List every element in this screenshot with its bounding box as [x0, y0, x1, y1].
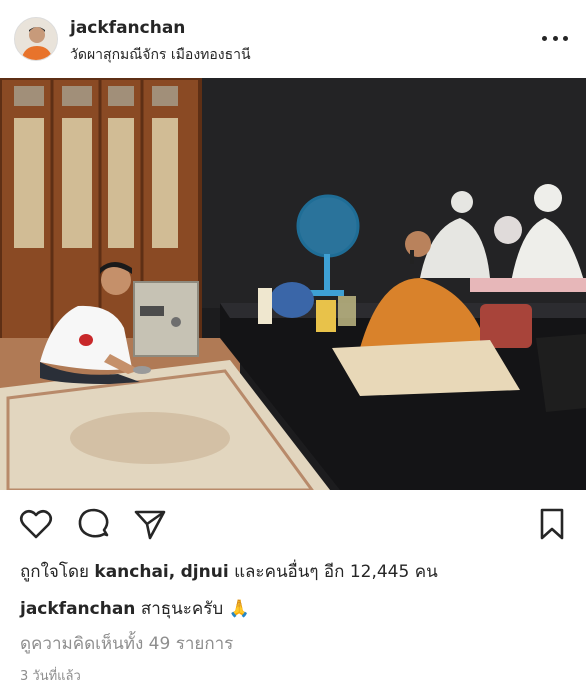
post-timestamp: 3 วันที่แล้ว	[20, 669, 81, 684]
liker-2[interactable]: djnui	[181, 562, 229, 582]
post-photo[interactable]	[0, 78, 586, 490]
more-options-icon[interactable]	[542, 26, 568, 50]
caption-text: สาธุนะครับ 🙏	[140, 599, 250, 619]
send-icon[interactable]	[132, 506, 168, 542]
post-location[interactable]: วัดผาสุกมณีจักร เมืองทองธานี	[70, 44, 251, 66]
instagram-post: jackfanchan วัดผาสุกมณีจักร เมืองทองธานี	[0, 0, 586, 696]
post-username[interactable]: jackfanchan	[70, 18, 185, 38]
comment-icon[interactable]	[76, 506, 112, 542]
view-comments-link[interactable]: ดูความคิดเห็นทั้ง 49 รายการ	[20, 630, 233, 657]
avatar[interactable]	[14, 17, 58, 61]
caption: jackfanchan สาธุนะครับ 🙏	[20, 595, 250, 622]
heart-icon[interactable]	[18, 506, 54, 542]
caption-username[interactable]: jackfanchan	[20, 599, 135, 619]
action-bar	[0, 500, 586, 546]
liker-1[interactable]: kanchai,	[94, 562, 175, 582]
likes-line[interactable]: ถูกใจโดย kanchai, djnui และคนอื่นๆ อีก 1…	[20, 558, 438, 585]
bookmark-icon[interactable]	[534, 506, 570, 542]
likes-suffix: และคนอื่นๆ อีก 12,445 คน	[234, 562, 438, 582]
post-header: jackfanchan วัดผาสุกมณีจักร เมืองทองธานี	[0, 0, 586, 78]
likes-prefix: ถูกใจโดย	[20, 562, 89, 582]
